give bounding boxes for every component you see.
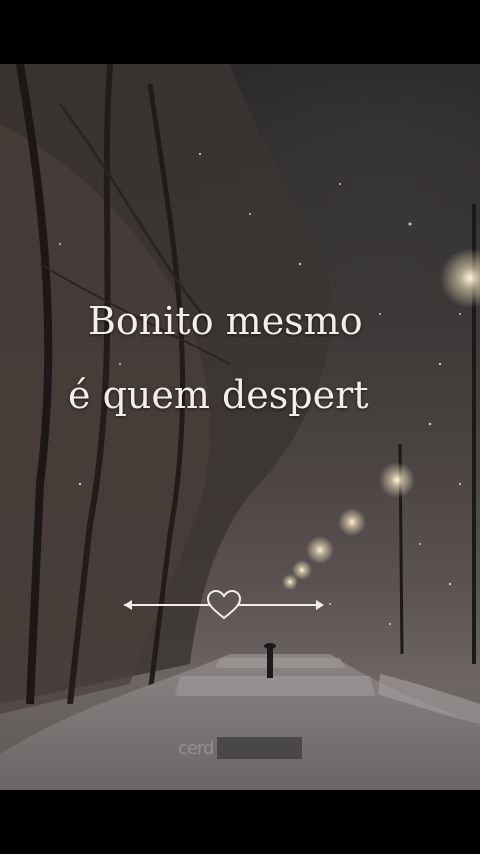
watermark-text: cerd — [178, 737, 214, 759]
quote-line-1: Bonito mesmo — [88, 299, 363, 343]
video-frame: Bonito mesmo é quem despert cerd — [0, 0, 480, 854]
snowy-night-scene — [0, 64, 480, 790]
heart-arrow-icon — [124, 589, 324, 620]
scene-illustration — [0, 64, 480, 790]
quote-line-2: é quem despert — [68, 373, 369, 417]
watermark: cerd — [176, 734, 302, 762]
watermark-bar — [217, 737, 302, 759]
